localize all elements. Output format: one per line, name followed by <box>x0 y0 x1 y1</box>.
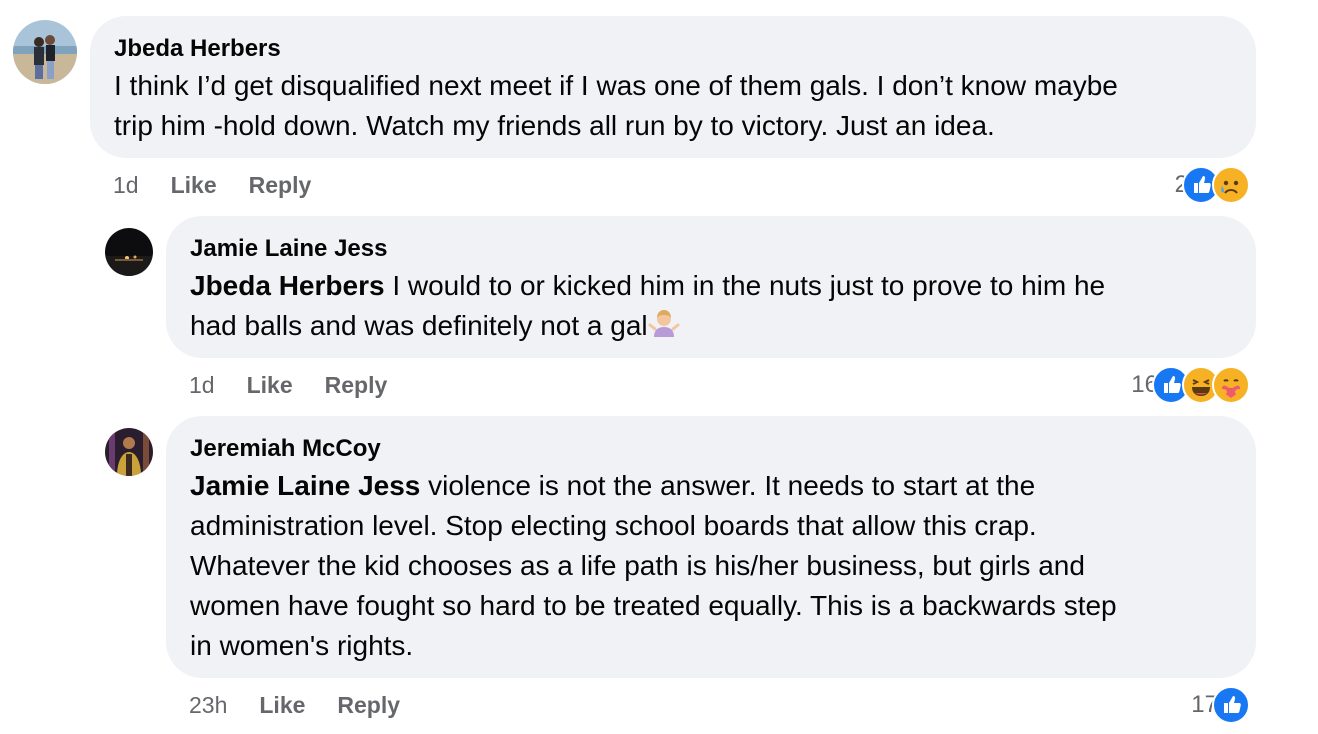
mention-link[interactable]: Jbeda Herbers <box>190 270 385 301</box>
reply-button[interactable]: Reply <box>249 170 312 200</box>
comment-text-line: women have fought so hard to be treated … <box>190 590 1117 621</box>
comment-text: I think I’d get disqualified next meet i… <box>114 66 1232 146</box>
avatar-jamie-laine-jess[interactable] <box>105 228 153 276</box>
comment-text-line: Jamie Laine Jess violence is not the ans… <box>190 466 1232 506</box>
sad-icon <box>1212 166 1250 204</box>
comment-author[interactable]: Jeremiah McCoy <box>190 434 1232 464</box>
comment-text-line: trip him -hold down. Watch my friends al… <box>114 110 995 141</box>
comment-text-line: had balls and was definitely not a gal <box>190 306 1232 346</box>
comment-author[interactable]: Jamie Laine Jess <box>190 234 1232 264</box>
like-icon <box>1212 686 1250 724</box>
reaction-summary[interactable]: 2 <box>1175 166 1250 204</box>
comment-text-span: violence is not the answer. It needs to … <box>420 470 1036 501</box>
like-button[interactable]: Like <box>247 370 293 400</box>
avatar-jeremiah-mccoy[interactable] <box>105 428 153 476</box>
comment-author[interactable]: Jbeda Herbers <box>114 34 1232 64</box>
like-button[interactable]: Like <box>259 690 305 720</box>
comment-text-line: Jbeda Herbers I would to or kicked him i… <box>190 266 1232 306</box>
comment-text-line: in women's rights. <box>190 630 414 661</box>
comment-text: Jbeda Herbers I would to or kicked him i… <box>190 266 1232 346</box>
reaction-summary[interactable]: 17 <box>1191 686 1250 724</box>
comment-text-line: Whatever the kid chooses as a life path … <box>190 550 1085 581</box>
comment-actions: 23h Like Reply <box>189 690 432 720</box>
comment-text-span: had balls and was definitely not a gal <box>190 310 648 341</box>
comment-text-line: administration level. Stop electing scho… <box>190 510 1037 541</box>
comment-text-line: I think I’d get disqualified next meet i… <box>114 70 1118 101</box>
comment-text: Jamie Laine Jess violence is not the ans… <box>190 466 1232 666</box>
comment-actions: 1d Like Reply <box>189 370 419 400</box>
like-button[interactable]: Like <box>171 170 217 200</box>
comment-actions: 1d Like Reply <box>113 170 343 200</box>
mention-link[interactable]: Jamie Laine Jess <box>190 470 420 501</box>
reply-button[interactable]: Reply <box>337 690 400 720</box>
reply-button[interactable]: Reply <box>325 370 388 400</box>
reaction-summary[interactable]: 16 <box>1131 366 1250 404</box>
comment-bubble: Jbeda Herbers I think I’d get disqualifi… <box>90 16 1256 158</box>
care-icon <box>1212 366 1250 404</box>
avatar-jbeda-herbers[interactable] <box>13 20 77 84</box>
woman-shrugging-emoji <box>648 310 680 337</box>
comment-time[interactable]: 1d <box>189 370 215 400</box>
comment-bubble: Jamie Laine Jess Jbeda Herbers I would t… <box>166 216 1256 358</box>
comment-bubble: Jeremiah McCoy Jamie Laine Jess violence… <box>166 416 1256 678</box>
comment-time[interactable]: 1d <box>113 170 139 200</box>
comment-text-span: I would to or kicked him in the nuts jus… <box>384 270 1106 301</box>
comment-time[interactable]: 23h <box>189 690 227 720</box>
